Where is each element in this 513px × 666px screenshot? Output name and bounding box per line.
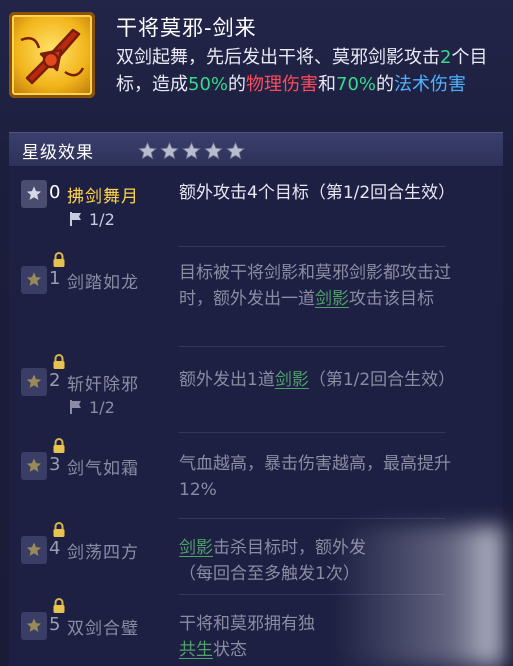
star-effect-row-2[interactable]: 2 斩奸除邪 1/2 额外发出1道剑影（第1/2回合生效）: [9, 348, 503, 436]
effect-name: 双剑合璧: [67, 619, 139, 639]
star-icon: [138, 141, 157, 160]
skill-title: 干将莫邪-剑来: [116, 16, 257, 40]
symbiosis-link[interactable]: 共生: [179, 640, 213, 660]
rank-badge: [21, 612, 47, 640]
star-effect-row-1[interactable]: 1 剑踏如龙 目标被干将剑影和莫邪剑影都攻击过时，额外发出一道剑影攻击该目标: [9, 252, 503, 348]
star-effects-label: 星级效果: [22, 143, 94, 163]
lock-icon: [53, 252, 65, 267]
star-icon: [226, 141, 245, 160]
skill-panel: 干将莫邪-剑来 双剑起舞，先后发出干将、莫邪剑影攻击2个目标，造成50%的物理伤…: [0, 0, 513, 666]
row-divider: [179, 346, 445, 347]
star-rating: [137, 141, 246, 161]
rank-number: 3: [49, 454, 61, 475]
star-icon: [160, 141, 179, 160]
lock-icon: [53, 598, 65, 613]
rank-number: 0: [49, 182, 61, 203]
star-icon: [204, 141, 223, 160]
rank-badge: [21, 452, 47, 480]
star-effect-row-0[interactable]: 0 拂剑舞月 1/2 额外攻击4个目标（第1/2回合生效）: [9, 166, 503, 252]
rank-number: 4: [49, 538, 61, 559]
star-effects-header: 星级效果: [9, 132, 503, 167]
rank-number: 2: [49, 370, 61, 391]
lock-icon: [53, 522, 65, 537]
effect-name: 斩奸除邪: [67, 375, 139, 395]
rank-number: 1: [49, 268, 61, 289]
effect-name: 剑气如霜: [67, 459, 139, 479]
rank-badge: [21, 180, 47, 208]
rank-badge: [21, 536, 47, 564]
effect-name: 拂剑舞月: [67, 187, 139, 207]
flag-icon: [70, 212, 81, 226]
rank-number: 5: [49, 614, 61, 635]
physical-damage-label: 物理伤害: [246, 74, 319, 95]
glare-overlay: [333, 526, 503, 666]
effect-description: 额外发出1道剑影（第1/2回合生效）: [179, 370, 456, 390]
trigger-counter: 1/2: [69, 398, 115, 417]
effect-description: 气血越高，暴击伤害越高，最高提升12%: [179, 454, 451, 500]
effect-description: 额外攻击4个目标（第1/2回合生效）: [179, 183, 456, 203]
crossed-swords-icon[interactable]: [9, 12, 95, 98]
lock-icon: [53, 438, 65, 453]
magic-damage-label: 法术伤害: [394, 74, 467, 95]
row-divider: [179, 432, 445, 433]
rank-badge: [21, 266, 47, 294]
physical-percent: 50%: [188, 74, 229, 95]
flag-icon: [70, 400, 81, 414]
star-icon: [182, 141, 201, 160]
target-count: 2: [440, 47, 452, 68]
effect-description: 目标被干将剑影和莫邪剑影都攻击过时，额外发出一道剑影攻击该目标: [179, 263, 451, 309]
effect-name: 剑荡四方: [67, 543, 139, 563]
rank-badge: [21, 368, 47, 396]
sword-shadow-link[interactable]: 剑影: [315, 289, 349, 309]
skill-description: 双剑起舞，先后发出干将、莫邪剑影攻击2个目标，造成50%的物理伤害和70%的法术…: [116, 47, 488, 95]
sword-shadow-link[interactable]: 剑影: [275, 370, 309, 390]
lock-icon: [53, 354, 65, 369]
star-effects-list: 0 拂剑舞月 1/2 额外攻击4个目标（第1/2回合生效） 1 剑踏如龙 目标被…: [9, 166, 503, 666]
effect-name: 剑踏如龙: [67, 273, 139, 293]
star-effect-row-3[interactable]: 3 剑气如霜 气血越高，暴击伤害越高，最高提升12%: [9, 434, 503, 520]
sword-shadow-link[interactable]: 剑影: [179, 538, 213, 558]
row-divider: [179, 246, 445, 247]
trigger-counter: 1/2: [69, 210, 115, 229]
magic-percent: 70%: [336, 74, 377, 95]
